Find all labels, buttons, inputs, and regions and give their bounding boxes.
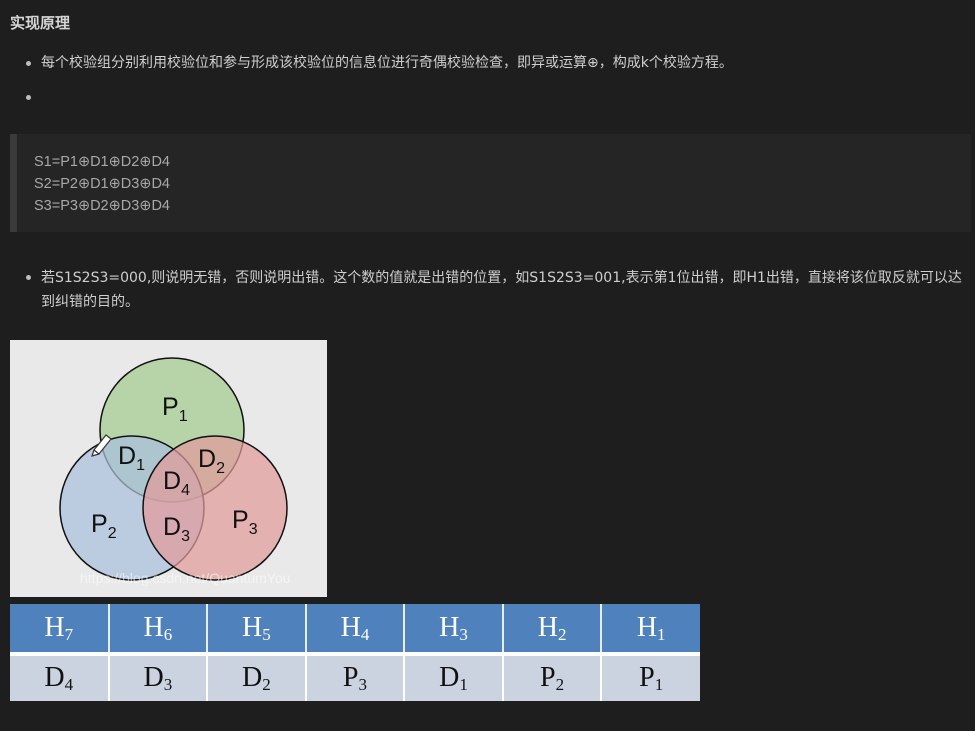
table-header-row: H7 H6 H5 H4 H3 H2 H1 bbox=[10, 604, 700, 656]
hamming-table: H7 H6 H5 H4 H3 H2 H1 D4 D3 D2 P3 D1 P2 P… bbox=[10, 604, 700, 701]
section-heading: 实现原理 bbox=[10, 14, 71, 32]
table-row: D4 D3 D2 P3 D1 P2 P1 bbox=[10, 654, 700, 701]
venn-diagram: P1 D1 D2 D4 P2 D3 P3 https://blog.csdn.n… bbox=[59, 357, 290, 586]
table-header-cell: H5 bbox=[206, 604, 306, 656]
table-cell: D3 bbox=[107, 654, 208, 701]
table-header-cell: H4 bbox=[304, 604, 405, 656]
table-cell: D4 bbox=[10, 654, 109, 701]
table-cell: P2 bbox=[501, 654, 602, 701]
watermark-text: https://blog.csdn.net/QuantumYou bbox=[80, 570, 290, 586]
bullet-item: 每个校验组分别利用校验位和参与形成该校验位的信息位进行奇偶校验检查，即异或运算⊕… bbox=[0, 52, 975, 74]
code-block: S1=P1⊕D1⊕D2⊕D4 S2=P2⊕D1⊕D3⊕D4 S3=P3⊕D2⊕D… bbox=[10, 134, 971, 232]
venn-diagram-image: P1 D1 D2 D4 P2 D3 P3 https://blog.csdn.n… bbox=[10, 340, 327, 597]
table-cell: D2 bbox=[206, 654, 306, 701]
table-header-cell: H6 bbox=[107, 604, 208, 656]
table-header-cell: H3 bbox=[403, 604, 503, 656]
bullet-item-empty: ​ bbox=[0, 86, 975, 108]
bullet-list-bottom: 若S1S2S3=000,则说明无错，否则说明出错。这个数的值就是出错的位置，如S… bbox=[0, 266, 975, 314]
table-cell: P1 bbox=[600, 654, 700, 701]
code-line: S3=P3⊕D2⊕D3⊕D4 bbox=[34, 198, 170, 214]
table-header-cell: H7 bbox=[10, 604, 109, 656]
bullet-list-top: 每个校验组分别利用校验位和参与形成该校验位的信息位进行奇偶校验检查，即异或运算⊕… bbox=[0, 52, 975, 120]
table-cell: D1 bbox=[403, 654, 503, 701]
table-header-cell: H1 bbox=[600, 604, 700, 656]
table-cell: P3 bbox=[304, 654, 405, 701]
code-line: S1=P1⊕D1⊕D2⊕D4 bbox=[34, 154, 170, 170]
code-line: S2=P2⊕D1⊕D3⊕D4 bbox=[34, 176, 170, 192]
table-header-cell: H2 bbox=[501, 604, 602, 656]
bullet-item: 若S1S2S3=000,则说明无错，否则说明出错。这个数的值就是出错的位置，如S… bbox=[0, 266, 975, 314]
